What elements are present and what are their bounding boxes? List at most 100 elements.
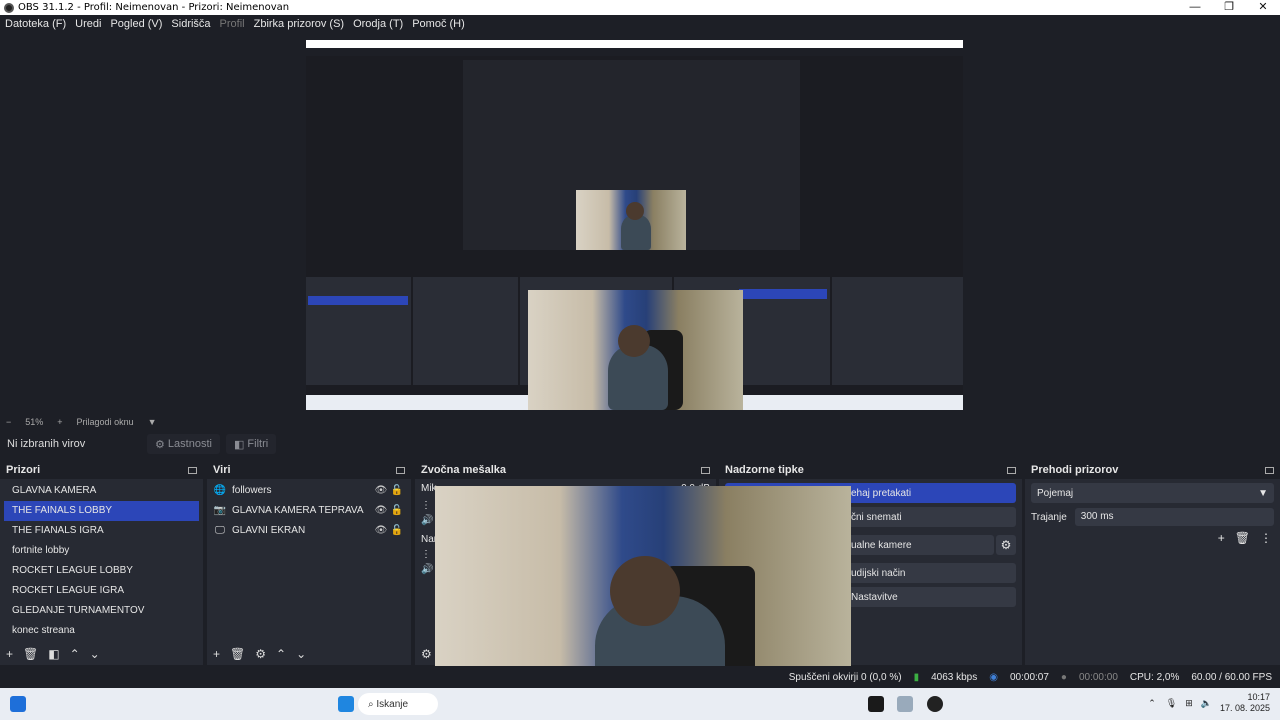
scene-item[interactable]: ROCKET LEAGUE IGRA: [4, 581, 199, 601]
controls-title: Nadzorne tipke: [725, 464, 804, 476]
gear-icon[interactable]: ⚙: [996, 535, 1016, 555]
controls-header: Nadzorne tipke: [719, 461, 1022, 479]
source-item[interactable]: 🖵 GLAVNI EKRAN 👁 🔓: [207, 520, 411, 540]
menu-profile[interactable]: Profil: [220, 18, 245, 30]
properties-label: Lastnosti: [167, 438, 212, 450]
source-label: GLAVNI EKRAN: [232, 524, 306, 536]
mixer-settings-icon[interactable]: ⚙: [421, 647, 432, 661]
undock-icon[interactable]: [188, 466, 197, 474]
filters-button[interactable]: ◧ Filtri: [225, 434, 277, 454]
bitrate: 4063 kbps: [931, 671, 978, 683]
record-icon: ●: [1060, 671, 1067, 683]
zoom-level: 51%: [25, 417, 44, 427]
fit-window-label[interactable]: Prilagodi oknu: [77, 417, 134, 427]
scenes-header: Prizori: [0, 461, 203, 479]
transition-select[interactable]: Pojemaj ▼: [1031, 483, 1274, 503]
globe-icon: 🌐: [213, 484, 227, 496]
filters-label: Filtri: [247, 438, 269, 450]
recursive-titlebar: [306, 40, 963, 48]
recursive-camera-feed-nested: [576, 190, 686, 250]
eye-icon[interactable]: 👁: [373, 505, 389, 516]
lock-icon[interactable]: 🔓: [389, 505, 405, 516]
sources-title: Viri: [213, 464, 231, 476]
menu-scene-collection[interactable]: Zbirka prizorov (S): [254, 18, 344, 30]
move-down-button[interactable]: ⌄: [90, 647, 100, 661]
start-icon[interactable]: [338, 696, 354, 712]
chevron-up-icon[interactable]: ⌃: [1148, 698, 1156, 709]
trash-icon[interactable]: 🗑: [230, 647, 245, 661]
add-source-button[interactable]: +: [213, 647, 220, 661]
menu-help[interactable]: Pomoč (H): [412, 18, 465, 30]
maximize-button[interactable]: ❐: [1212, 0, 1246, 15]
scene-item[interactable]: konec streana: [4, 621, 199, 641]
trash-icon[interactable]: 🗑: [1235, 531, 1250, 545]
sources-dock: Viri 🌐 followers 👁 🔓 📷 GLAVNA KAMERA TEPRAVA 👁…: [207, 461, 411, 665]
obs-icon: [4, 2, 14, 13]
obs-taskbar-icon[interactable]: [927, 696, 943, 712]
widgets-icon[interactable]: [10, 696, 26, 712]
menu-tools[interactable]: Orodja (T): [353, 18, 403, 30]
menu-view[interactable]: Pogled (V): [110, 18, 162, 30]
properties-button[interactable]: ⚙ Lastnosti: [147, 434, 220, 454]
undock-icon[interactable]: [396, 466, 405, 474]
move-up-button[interactable]: ⌃: [276, 647, 286, 661]
add-transition-button[interactable]: +: [1218, 531, 1225, 545]
duration-row: Trajanje 300 ms: [1031, 507, 1274, 527]
mixer-title: Zvočna mešalka: [421, 464, 506, 476]
menu-edit[interactable]: Uredi: [75, 18, 101, 30]
move-down-button[interactable]: ⌄: [296, 647, 306, 661]
source-item[interactable]: 📷 GLAVNA KAMERA TEPRAVA 👁 🔓: [207, 500, 411, 520]
duration-input[interactable]: 300 ms: [1074, 508, 1274, 526]
source-toolbar: Ni izbranih virov ⚙ Lastnosti ◧ Filtri: [0, 432, 1280, 456]
clock[interactable]: 10:17 17. 08. 2025: [1220, 692, 1270, 714]
scene-item[interactable]: ROCKET LEAGUE LOBBY: [4, 561, 199, 581]
zoom-out-button[interactable]: −: [6, 417, 11, 427]
search-icon: ⌕: [368, 698, 377, 710]
taskbar: ⌕ Iskanje ⌃ 🎙 ⊞ 🔈 10:17 17. 08. 2025: [0, 688, 1280, 720]
menu-file[interactable]: Datoteka (F): [5, 18, 66, 30]
lock-icon[interactable]: 🔓: [389, 525, 405, 536]
eye-icon[interactable]: 👁: [373, 485, 389, 496]
recursive-menubar: [306, 48, 963, 56]
menu-docks[interactable]: Sidrišča: [171, 18, 210, 30]
minimize-button[interactable]: —: [1178, 0, 1212, 15]
transitions-header: Prehodi prizorov: [1025, 461, 1280, 479]
network-icon[interactable]: ⊞: [1185, 698, 1193, 709]
no-source-selected: Ni izbranih virov: [7, 438, 86, 450]
volume-icon[interactable]: 🔈: [1201, 698, 1212, 709]
undock-icon[interactable]: [1265, 466, 1274, 474]
undock-icon[interactable]: [1007, 466, 1016, 474]
scene-list: GLAVNA KAMERA THE FAINALS LOBBY THE FIANAL…: [0, 479, 203, 641]
monitor-icon: 🖵: [215, 524, 225, 536]
kebab-icon[interactable]: ⋮: [1260, 531, 1272, 545]
taskbar-search[interactable]: ⌕ Iskanje: [358, 693, 438, 715]
eye-icon[interactable]: 👁: [373, 525, 389, 536]
close-button[interactable]: ✕: [1246, 0, 1280, 15]
scene-item[interactable]: THE FAINALS LOBBY: [4, 501, 199, 521]
mixer-header: Zvočna mešalka: [415, 461, 716, 479]
zoom-in-button[interactable]: +: [57, 417, 62, 427]
mic-icon[interactable]: 🎙: [1166, 698, 1177, 709]
recursive-selected-scene: [308, 296, 408, 305]
undock-icon[interactable]: [701, 466, 710, 474]
app-icon[interactable]: [897, 696, 913, 712]
signal-icon: ▮: [913, 671, 920, 683]
scene-filter-button[interactable]: ◧: [48, 647, 59, 661]
preview-canvas[interactable]: [306, 40, 963, 410]
scene-item[interactable]: THE FIANALS IGRA: [4, 521, 199, 541]
chevron-down-icon[interactable]: ▼: [148, 417, 157, 427]
preview-area[interactable]: [0, 33, 1280, 414]
scene-item[interactable]: GLEDANJE TURNAMENTOV: [4, 601, 199, 621]
scene-item[interactable]: fortnite lobby: [4, 541, 199, 561]
app-icon[interactable]: [868, 696, 884, 712]
zoom-bar: − 51% + Prilagodi oknu ▼: [0, 414, 1280, 430]
lock-icon[interactable]: 🔓: [389, 485, 405, 496]
gear-icon[interactable]: ⚙: [255, 647, 266, 661]
move-up-button[interactable]: ⌃: [70, 647, 80, 661]
scene-item[interactable]: GLAVNA KAMERA: [4, 481, 199, 501]
trash-icon[interactable]: 🗑: [23, 647, 38, 661]
transitions-title: Prehodi prizorov: [1031, 464, 1119, 476]
chevron-down-icon: ▼: [1258, 487, 1268, 499]
add-scene-button[interactable]: +: [6, 647, 13, 661]
source-item[interactable]: 🌐 followers 👁 🔓: [207, 480, 411, 500]
